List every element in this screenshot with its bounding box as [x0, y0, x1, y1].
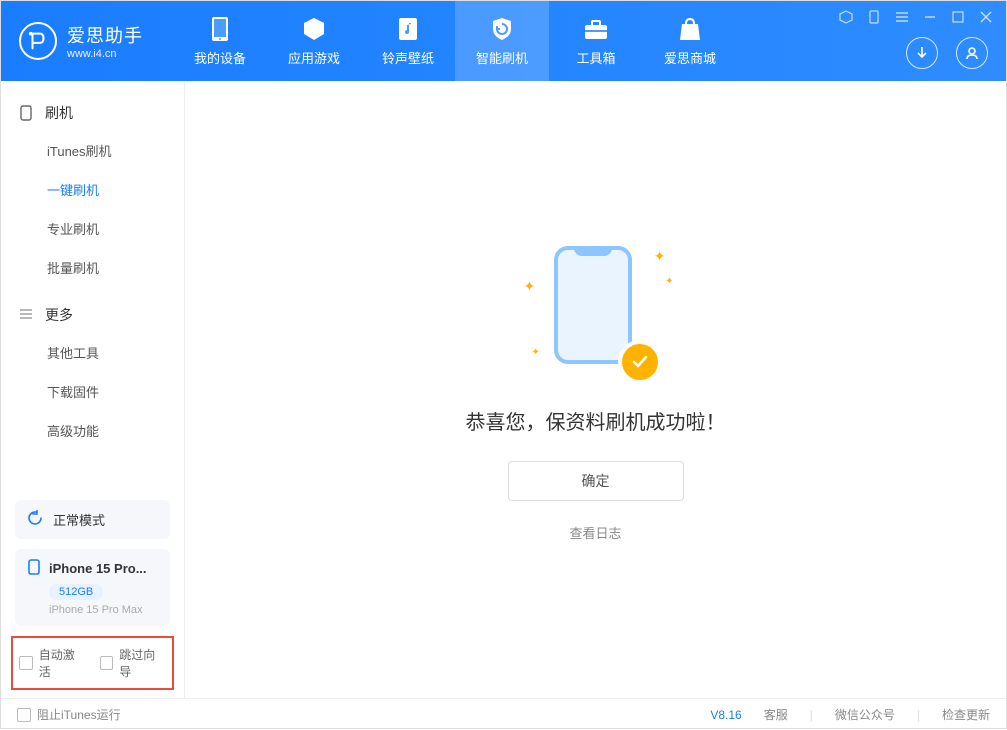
footer: 阻止iTunes运行 V8.16 客服 | 微信公众号 | 检查更新	[1, 698, 1006, 730]
sparkle-icon: ✦	[524, 278, 536, 295]
logo-icon	[19, 22, 57, 60]
feedback-icon[interactable]	[836, 7, 856, 27]
sidebar-item-other-tools[interactable]: 其他工具	[1, 333, 184, 372]
checkbox-label: 跳过向导	[119, 646, 166, 680]
version-label: V8.16	[710, 708, 741, 722]
group-title: 更多	[45, 305, 73, 325]
app-url: www.i4.cn	[67, 48, 143, 60]
nav-my-device[interactable]: 我的设备	[173, 1, 267, 81]
phone-icon[interactable]	[864, 7, 884, 27]
sparkle-icon: ✦	[532, 347, 540, 358]
checkbox-box-icon	[19, 656, 33, 670]
view-log-link[interactable]: 查看日志	[569, 523, 621, 542]
toolbox-icon	[583, 16, 609, 42]
sidebar-item-advanced[interactable]: 高级功能	[1, 411, 184, 450]
checkbox-label: 自动激活	[39, 646, 86, 680]
refresh-icon	[27, 510, 43, 529]
separator: |	[917, 708, 920, 722]
music-icon	[395, 16, 421, 42]
header-right-actions	[906, 37, 988, 69]
sidebar-group-more[interactable]: 更多	[1, 297, 184, 333]
nav-toolbox[interactable]: 工具箱	[549, 1, 643, 81]
separator: |	[810, 708, 813, 722]
phone-outline-icon	[19, 105, 35, 121]
shield-refresh-icon	[489, 16, 515, 42]
window-controls	[836, 7, 996, 27]
device-model: iPhone 15 Pro Max	[49, 604, 158, 616]
bag-icon	[677, 16, 703, 42]
success-badge-icon	[618, 340, 662, 384]
footer-wechat-link[interactable]: 微信公众号	[835, 706, 895, 723]
nav-apps[interactable]: 应用游戏	[267, 1, 361, 81]
device-icon	[207, 16, 233, 42]
ok-button[interactable]: 确定	[508, 461, 684, 501]
app-header: 爱思助手 www.i4.cn 我的设备 应用游戏 铃声壁纸 智能刷机 工具箱 爱…	[1, 1, 1006, 81]
sidebar-item-batch-flash[interactable]: 批量刷机	[1, 248, 184, 287]
sidebar-item-download-firmware[interactable]: 下载固件	[1, 372, 184, 411]
nav-label: 工具箱	[576, 48, 615, 67]
checkbox-skip-wizard[interactable]: 跳过向导	[100, 646, 167, 680]
sidebar-item-itunes-flash[interactable]: iTunes刷机	[1, 131, 184, 170]
top-nav: 我的设备 应用游戏 铃声壁纸 智能刷机 工具箱 爱思商城	[173, 1, 737, 81]
success-message: 恭喜您，保资料刷机成功啦！	[466, 406, 726, 435]
device-card[interactable]: iPhone 15 Pro... 512GB iPhone 15 Pro Max	[15, 549, 170, 626]
nav-ringtones[interactable]: 铃声壁纸	[361, 1, 455, 81]
nav-store[interactable]: 爱思商城	[643, 1, 737, 81]
nav-label: 爱思商城	[664, 48, 716, 67]
device-phone-icon	[27, 559, 41, 578]
checkbox-box-icon	[17, 708, 31, 722]
nav-label: 智能刷机	[476, 48, 528, 67]
sidebar-item-pro-flash[interactable]: 专业刷机	[1, 209, 184, 248]
footer-support-link[interactable]: 客服	[764, 706, 788, 723]
sidebar-item-oneclick-flash[interactable]: 一键刷机	[1, 170, 184, 209]
footer-check-update-link[interactable]: 检查更新	[942, 706, 990, 723]
menu-icon[interactable]	[892, 7, 912, 27]
sparkle-icon: ✦	[665, 276, 673, 287]
nav-flash[interactable]: 智能刷机	[455, 1, 549, 81]
logo-block: 爱思助手 www.i4.cn	[1, 22, 163, 60]
more-icon	[19, 307, 35, 323]
maximize-icon[interactable]	[948, 7, 968, 27]
checkbox-box-icon	[100, 656, 114, 670]
close-icon[interactable]	[976, 7, 996, 27]
minimize-icon[interactable]	[920, 7, 940, 27]
main-content: ✦ ✦ ✦ ✦ 恭喜您，保资料刷机成功啦！ 确定 查看日志	[185, 81, 1006, 698]
user-icon[interactable]	[956, 37, 988, 69]
flash-options-row: 自动激活 跳过向导	[11, 636, 174, 690]
nav-label: 我的设备	[194, 48, 246, 67]
storage-badge: 512GB	[49, 584, 103, 600]
nav-label: 应用游戏	[288, 48, 340, 67]
nav-label: 铃声壁纸	[382, 48, 434, 67]
mode-label: 正常模式	[53, 510, 105, 529]
success-illustration: ✦ ✦ ✦ ✦	[536, 238, 656, 378]
device-name: iPhone 15 Pro...	[49, 561, 147, 576]
cube-icon	[301, 16, 327, 42]
group-title: 刷机	[45, 103, 73, 123]
sidebar: 刷机 iTunes刷机 一键刷机 专业刷机 批量刷机 更多 其他工具 下载固件 …	[1, 81, 185, 698]
mode-card[interactable]: 正常模式	[15, 500, 170, 539]
app-name: 爱思助手	[67, 22, 143, 48]
download-icon[interactable]	[906, 37, 938, 69]
checkbox-label: 阻止iTunes运行	[37, 706, 121, 723]
checkbox-auto-activate[interactable]: 自动激活	[19, 646, 86, 680]
phone-illustration-icon	[554, 246, 632, 364]
sidebar-group-flash[interactable]: 刷机	[1, 95, 184, 131]
phone-notch-icon	[574, 246, 612, 256]
sparkle-icon: ✦	[654, 248, 666, 265]
checkbox-block-itunes[interactable]: 阻止iTunes运行	[17, 706, 121, 723]
